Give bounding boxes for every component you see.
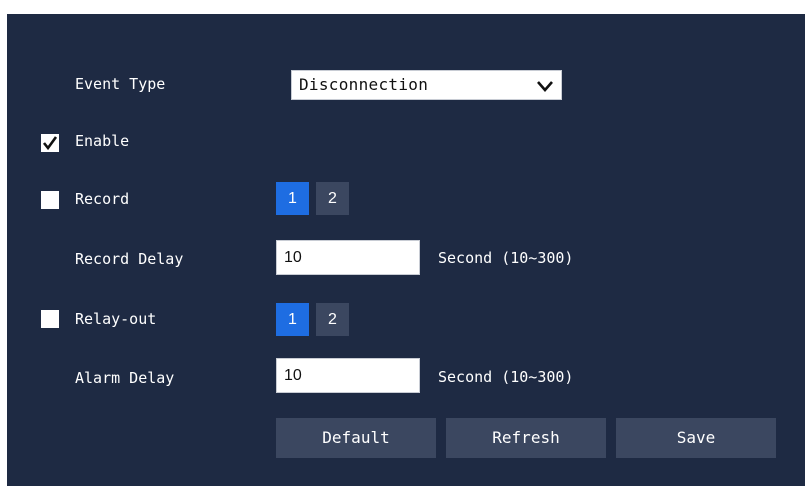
relay-out-channel-1[interactable]: 1	[276, 303, 309, 336]
record-delay-label: Record Delay	[75, 250, 184, 268]
chevron-down-icon	[536, 78, 554, 97]
checkmark-icon	[42, 136, 58, 151]
relay-out-channel-2[interactable]: 2	[316, 303, 349, 336]
default-button[interactable]: Default	[276, 418, 436, 458]
refresh-button[interactable]: Refresh	[446, 418, 606, 458]
save-button[interactable]: Save	[616, 418, 776, 458]
record-channel-1[interactable]: 1	[276, 182, 309, 215]
relay-out-checkbox[interactable]	[41, 310, 59, 328]
record-checkbox[interactable]	[41, 191, 59, 209]
alarm-delay-label: Alarm Delay	[75, 369, 175, 387]
record-delay-input[interactable]: 10	[276, 240, 420, 275]
settings-panel: Event Type Disconnection Enable Record 1…	[7, 14, 805, 486]
relay-out-label: Relay-out	[75, 310, 157, 328]
enable-checkbox[interactable]	[41, 134, 59, 152]
record-delay-hint: Second (10~300)	[438, 249, 574, 267]
alarm-delay-hint: Second (10~300)	[438, 368, 574, 386]
alarm-delay-input[interactable]: 10	[276, 358, 420, 393]
record-channel-2[interactable]: 2	[316, 182, 349, 215]
record-label: Record	[75, 190, 130, 208]
enable-label: Enable	[75, 132, 130, 150]
event-type-value: Disconnection	[299, 75, 429, 94]
event-type-label: Event Type	[75, 75, 166, 93]
event-type-select[interactable]: Disconnection	[291, 70, 562, 100]
